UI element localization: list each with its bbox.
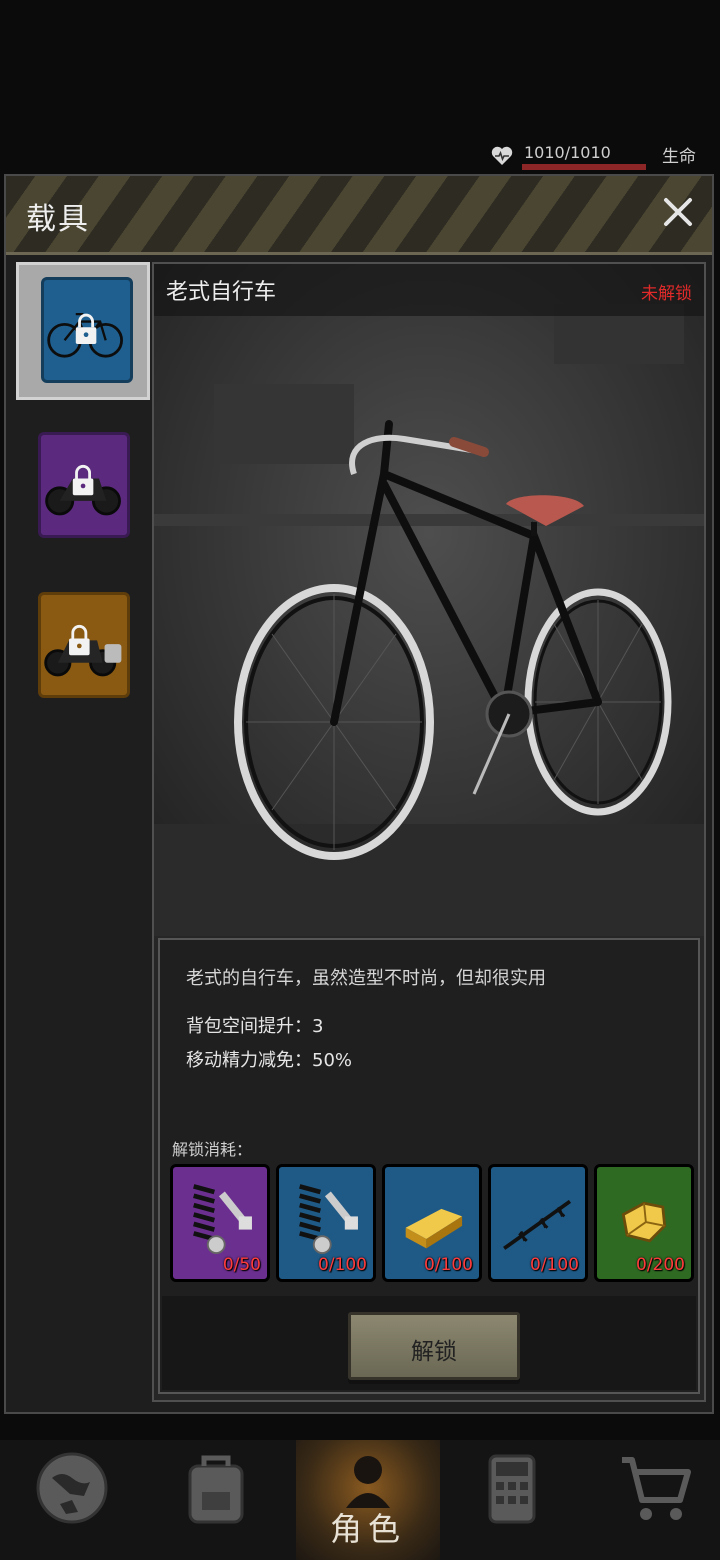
nav-character-label: 角色 bbox=[329, 1510, 406, 1548]
unlock-area: 解锁 bbox=[162, 1296, 696, 1390]
cost-item-spring-bolt[interactable]: 0/50 bbox=[170, 1164, 270, 1282]
unlock-button-label: 解锁 bbox=[411, 1339, 457, 1365]
nav-globe[interactable] bbox=[0, 1440, 144, 1560]
cost-count: 0/50 bbox=[222, 1255, 261, 1275]
backpack-icon bbox=[188, 1455, 244, 1524]
globe-icon bbox=[36, 1452, 108, 1524]
life-bar bbox=[522, 164, 646, 170]
vehicle-panel: 载具 老式自行车 未解锁 老式的自行车，虽然造型不时尚，但却很实用 背包空间提升… bbox=[4, 174, 714, 1414]
panel-header: 载具 bbox=[6, 176, 712, 255]
cost-item-gold-bar[interactable]: 0/100 bbox=[382, 1164, 482, 1282]
info-box: 老式的自行车，虽然造型不时尚，但却很实用 背包空间提升：3 移动精力减免：50%… bbox=[158, 938, 700, 1394]
vehicle-tab-motorcycle[interactable] bbox=[16, 432, 150, 570]
cost-item-barbed-wire[interactable]: 0/100 bbox=[488, 1164, 588, 1282]
cost-count: 0/100 bbox=[424, 1255, 473, 1275]
stat-stamina-reduction: 移动精力减免：50% bbox=[186, 1050, 353, 1071]
bicycle-illustration bbox=[154, 264, 704, 936]
detail-header: 老式自行车 未解锁 bbox=[154, 264, 704, 316]
life-label: 生命 bbox=[662, 147, 696, 167]
vehicle-detail: 老式自行车 未解锁 老式的自行车，虽然造型不时尚，但却很实用 背包空间提升：3 … bbox=[152, 262, 706, 1402]
stat-backpack-space: 背包空间提升：3 bbox=[186, 1016, 324, 1037]
nav-character[interactable]: 角色 bbox=[296, 1440, 440, 1560]
vehicle-description: 老式的自行车，虽然造型不时尚，但却很实用 bbox=[186, 968, 546, 989]
cost-count: 0/200 bbox=[636, 1255, 685, 1275]
character-icon bbox=[346, 1456, 390, 1508]
unlock-button[interactable]: 解锁 bbox=[348, 1312, 520, 1380]
status-bar: 1010/1010 生命 bbox=[0, 140, 720, 176]
nav-calculator[interactable] bbox=[440, 1440, 584, 1560]
bottom-nav: 角色 bbox=[0, 1440, 720, 1560]
vehicle-tab-bicycle[interactable] bbox=[16, 262, 150, 400]
life-value: 1010/1010 bbox=[524, 143, 611, 162]
vehicle-name: 老式自行车 bbox=[166, 280, 277, 305]
cost-item-spring-bolt[interactable]: 0/100 bbox=[276, 1164, 376, 1282]
bicycle-lock-icon bbox=[41, 277, 133, 383]
cart-icon bbox=[622, 1457, 691, 1520]
calculator-icon bbox=[488, 1454, 536, 1524]
motorcycle-lock-icon bbox=[38, 432, 130, 538]
touring-motorcycle-lock-icon bbox=[38, 592, 130, 698]
heart-icon bbox=[491, 146, 513, 165]
nav-backpack[interactable] bbox=[144, 1440, 288, 1560]
unlock-cost-list: 0/50 0/100 0/100 0/100 0/200 bbox=[170, 1164, 694, 1284]
lock-status: 未解锁 bbox=[641, 284, 692, 304]
unlock-cost-label: 解锁消耗： bbox=[172, 1140, 253, 1159]
cost-count: 0/100 bbox=[530, 1255, 579, 1275]
nav-shop[interactable] bbox=[584, 1440, 720, 1560]
vehicle-tab-touring-motorcycle[interactable] bbox=[16, 592, 150, 730]
panel-title: 载具 bbox=[26, 202, 90, 237]
cost-count: 0/100 bbox=[318, 1255, 367, 1275]
cost-item-gold-nugget[interactable]: 0/200 bbox=[594, 1164, 694, 1282]
close-icon[interactable] bbox=[656, 190, 700, 234]
